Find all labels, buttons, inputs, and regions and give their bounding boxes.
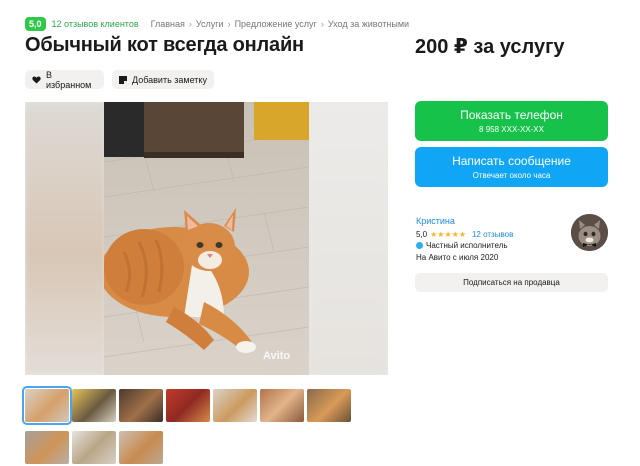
main-photo[interactable] (25, 102, 388, 375)
star-rating-icon: ★★★★★ (430, 230, 466, 239)
thumbnail[interactable] (72, 431, 116, 464)
response-time: Отвечает около часа (472, 171, 551, 180)
seller-type-label: Частный исполнитель (426, 241, 508, 250)
top-line: 5,0 12 отзывов клиентов Главная › Услуги… (25, 17, 409, 31)
thumbnail[interactable] (213, 389, 257, 422)
check-badge-icon (416, 242, 423, 249)
listing-title: Обычный кот всегда онлайн (25, 34, 304, 56)
photo-blur-left (25, 102, 105, 375)
heart-icon (32, 75, 41, 84)
seller-name[interactable]: Кристина (416, 216, 455, 226)
cat-photo (104, 102, 309, 375)
avito-watermark: Avito (263, 350, 291, 362)
thumbnail[interactable] (307, 389, 351, 422)
breadcrumb: Главная › Услуги › Предложение услуг › У… (151, 19, 409, 29)
thumbnail[interactable] (72, 389, 116, 422)
breadcrumb-pet-care[interactable]: Уход за животными (328, 19, 409, 29)
thumbnail[interactable] (260, 389, 304, 422)
thumbnail[interactable] (119, 389, 163, 422)
thumbnail[interactable] (22, 386, 72, 425)
write-message-button[interactable]: Написать сообщение Отвечает около часа (415, 147, 608, 187)
show-phone-button[interactable]: Показать телефон 8 958 XXX-XX-XX (415, 101, 608, 141)
breadcrumb-separator: › (320, 19, 324, 29)
subscribe-seller-button[interactable]: Подписаться на продавца (415, 273, 608, 292)
note-icon (119, 75, 127, 84)
listing-price: 200 ₽ за услугу (415, 36, 565, 58)
seller-rating-value: 5,0 (416, 230, 428, 239)
client-reviews-link[interactable]: 12 отзывов клиентов (52, 19, 139, 29)
thumbnail[interactable] (119, 431, 163, 464)
breadcrumb-offers[interactable]: Предложение услуг (235, 19, 317, 29)
breadcrumb-separator: › (188, 19, 192, 29)
favorite-button[interactable]: В избранном (25, 69, 104, 90)
add-note-button[interactable]: Добавить заметку (112, 70, 214, 89)
rating-badge: 5,0 (25, 17, 46, 31)
seller-type: Частный исполнитель (416, 241, 508, 250)
breadcrumb-home[interactable]: Главная (151, 19, 185, 29)
photo-blur-right (308, 102, 388, 375)
seller-reviews-link[interactable]: 12 отзывов (472, 230, 513, 239)
thumbnail[interactable] (166, 389, 210, 422)
add-note-label: Добавить заметку (132, 74, 207, 85)
show-phone-label: Показать телефон (460, 108, 563, 122)
seller-rating: 5,0 ★★★★★ 12 отзывов (416, 230, 513, 239)
seller-since: На Авито с июля 2020 (416, 253, 499, 262)
write-message-label: Написать сообщение (452, 154, 571, 168)
seller-avatar[interactable] (571, 214, 608, 251)
phone-number-masked: 8 958 XXX-XX-XX (479, 125, 544, 134)
thumbnail[interactable] (25, 431, 69, 464)
favorite-label: В избранном (46, 69, 92, 90)
breadcrumb-services[interactable]: Услуги (196, 19, 224, 29)
breadcrumb-separator: › (227, 19, 231, 29)
